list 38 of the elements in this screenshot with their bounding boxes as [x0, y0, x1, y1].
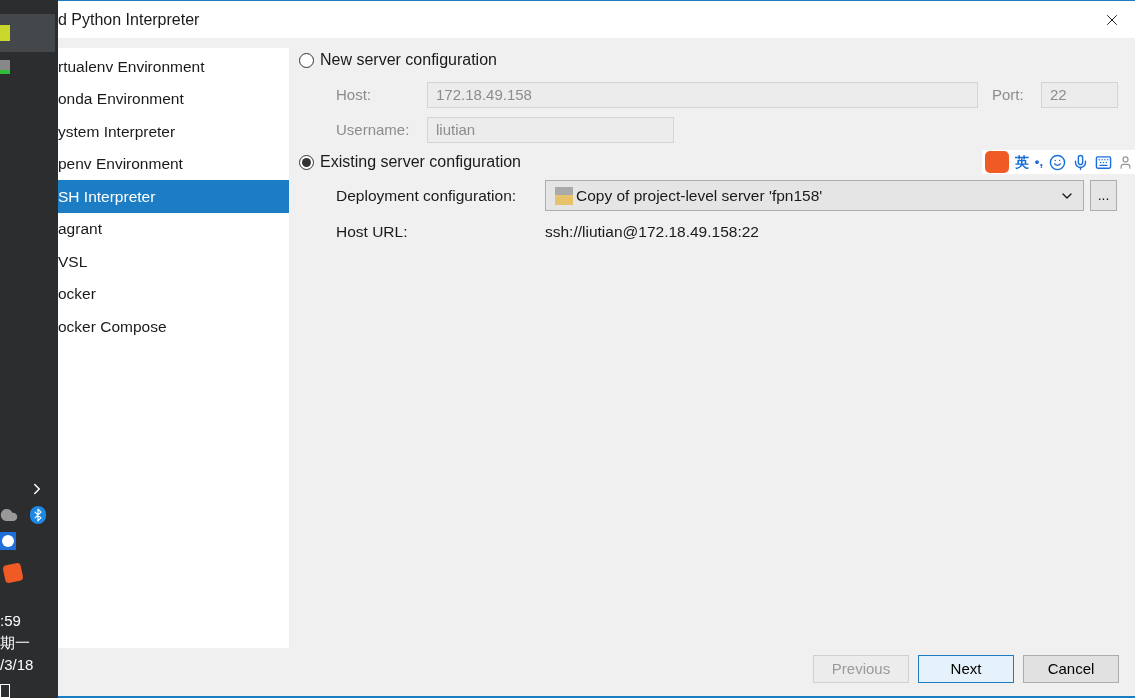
- list-item[interactable]: SH Interpreter: [58, 180, 289, 213]
- user-icon[interactable]: [1118, 154, 1133, 170]
- list-item[interactable]: onda Environment: [58, 82, 289, 115]
- sftp-icon: [555, 186, 573, 205]
- deployment-dropdown[interactable]: Copy of project-level server 'fpn158': [545, 180, 1084, 211]
- list-item[interactable]: VSL: [58, 245, 289, 278]
- list-item[interactable]: rtualenv Environment: [58, 50, 289, 83]
- dialog-button[interactable]: Next: [918, 655, 1014, 683]
- window-title: d Python Interpreter: [58, 9, 200, 30]
- list-item[interactable]: ystem Interpreter: [58, 115, 289, 148]
- host-url: ssh://liutian@172.18.49.158:22: [545, 222, 759, 242]
- list-item[interactable]: ocker: [58, 277, 289, 310]
- host-label: Host:: [336, 84, 372, 105]
- clock-text: 期一: [0, 633, 31, 653]
- bluetooth-icon[interactable]: [30, 506, 46, 524]
- emoji-icon[interactable]: [1049, 153, 1066, 171]
- radio-button[interactable]: [299, 154, 314, 170]
- clock-text: :59: [0, 611, 22, 631]
- list-item[interactable]: ocker Compose: [58, 310, 289, 343]
- keyboard-icon[interactable]: [1095, 153, 1112, 171]
- host-url-label: Host URL:: [336, 222, 409, 242]
- language-mode[interactable]: 英: [1014, 151, 1029, 173]
- deployment-label: Deployment configuration:: [336, 185, 518, 206]
- port-label: Port:: [992, 84, 1025, 105]
- browse-button[interactable]: ...: [1090, 180, 1117, 211]
- dialog-button[interactable]: Cancel: [1023, 655, 1119, 683]
- radio-label[interactable]: New server configuration: [320, 48, 497, 72]
- list-item[interactable]: agrant: [58, 212, 289, 245]
- username-label: Username:: [336, 119, 411, 140]
- punctuation-mode[interactable]: •,: [1034, 152, 1043, 172]
- radio-button[interactable]: [299, 52, 314, 68]
- cloud-icon[interactable]: [0, 506, 18, 524]
- ime-icon[interactable]: [2, 562, 24, 584]
- ime-logo-icon[interactable]: [984, 151, 1009, 173]
- microphone-icon[interactable]: [1072, 153, 1089, 171]
- clock-text: /3/18: [0, 655, 34, 675]
- list-item[interactable]: penv Environment: [58, 147, 289, 180]
- radio-label[interactable]: Existing server configuration: [320, 150, 521, 174]
